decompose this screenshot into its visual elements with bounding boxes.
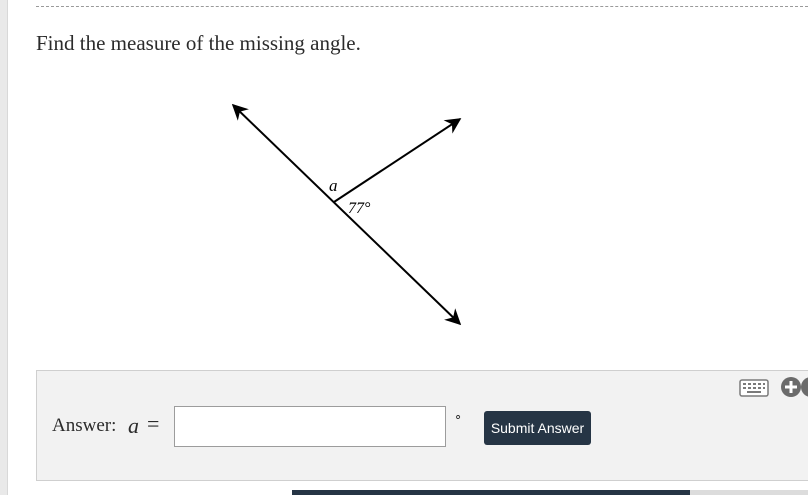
dashed-divider xyxy=(36,6,808,7)
equals-sign: = xyxy=(147,411,160,436)
answer-variable: a xyxy=(128,413,139,438)
submit-answer-button[interactable]: Submit Answer xyxy=(484,411,591,445)
answer-panel: Answer: a = ∘ Submit Answer xyxy=(36,370,808,481)
given-angle-label: 77° xyxy=(348,200,371,217)
unknown-angle-label: a xyxy=(329,176,338,195)
left-rail xyxy=(0,0,8,495)
problem-page: Find the measure of the missing angle. a… xyxy=(0,0,808,495)
degree-unit: ∘ xyxy=(454,409,463,424)
question-text: Find the measure of the missing angle. xyxy=(36,31,361,55)
answer-label: Answer: xyxy=(52,415,117,436)
plus-circle-icon[interactable] xyxy=(780,376,802,398)
bottom-bar xyxy=(292,490,690,495)
ray-line xyxy=(333,118,462,203)
keyboard-icon[interactable] xyxy=(739,378,769,398)
angle-diagram: a 77° xyxy=(231,103,462,326)
partial-circle-icon[interactable] xyxy=(800,376,808,398)
bottom-bar-edge xyxy=(690,490,808,495)
answer-input[interactable] xyxy=(174,406,446,447)
transversal-line xyxy=(231,103,462,326)
